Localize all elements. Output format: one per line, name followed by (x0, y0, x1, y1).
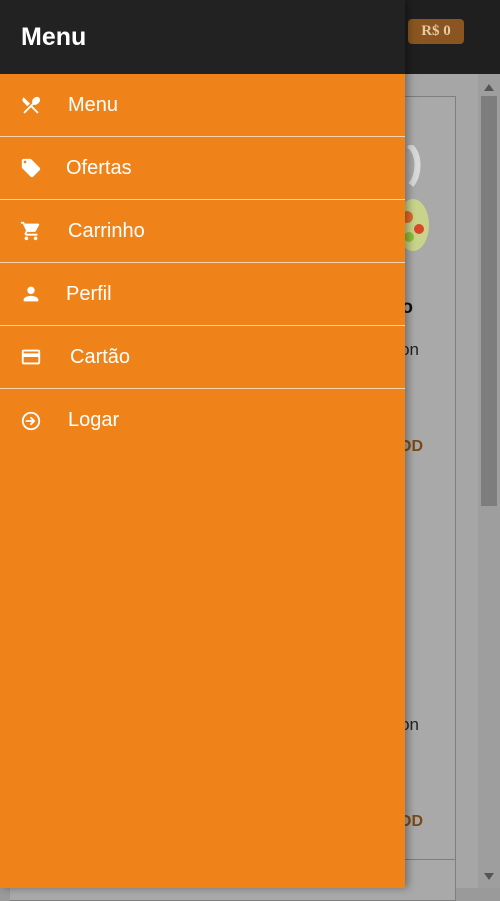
cart-total-badge[interactable]: R$ 0 (408, 19, 464, 44)
scrollbar[interactable] (478, 74, 500, 888)
drawer-item-ofertas[interactable]: Ofertas (0, 137, 405, 200)
drawer-item-label: Ofertas (66, 156, 132, 179)
scroll-thumb[interactable] (481, 96, 497, 506)
navigation-drawer: Menu Menu Ofertas Carrinho Perfil Cartão (0, 0, 405, 888)
drawer-item-cartao[interactable]: Cartão (0, 326, 405, 389)
tag-icon (20, 157, 42, 179)
drawer-item-label: Perfil (66, 282, 112, 305)
drawer-item-menu[interactable]: Menu (0, 74, 405, 137)
drawer-title: Menu (21, 22, 87, 51)
drawer-item-label: Menu (68, 93, 119, 116)
person-icon (20, 283, 42, 305)
drawer-item-label: Cartão (70, 345, 131, 368)
credit-card-icon (20, 346, 42, 368)
login-icon (20, 410, 42, 432)
scroll-up-arrow[interactable] (484, 84, 494, 91)
scroll-down-arrow[interactable] (484, 873, 494, 880)
utensils-icon (20, 94, 42, 116)
drawer-header: Menu (0, 0, 405, 74)
drawer-item-perfil[interactable]: Perfil (0, 263, 405, 326)
cart-icon (20, 220, 42, 242)
drawer-item-logar[interactable]: Logar (0, 389, 405, 452)
drawer-item-label: Carrinho (68, 219, 145, 242)
drawer-item-label: Logar (68, 409, 120, 431)
drawer-item-carrinho[interactable]: Carrinho (0, 200, 405, 263)
